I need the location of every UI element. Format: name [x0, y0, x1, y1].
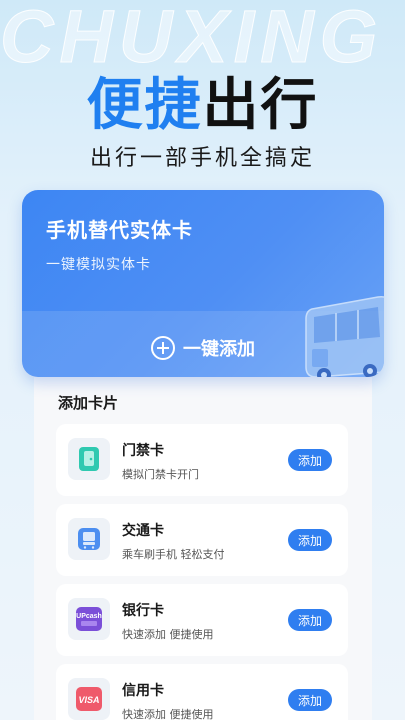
hero-title-dark: 出行	[202, 73, 319, 138]
bus-illustration-icon	[305, 295, 384, 377]
card-item-desc: 快速添加 便捷使用	[122, 628, 214, 641]
unionpay-card-icon: UPcash	[68, 598, 110, 640]
hero-title-blue: 便捷	[86, 73, 203, 138]
card-item-name: 银行卡	[122, 603, 164, 619]
section-title: 添加卡片	[58, 394, 119, 412]
card-item-desc: 乘车刷手机 轻松支付	[122, 548, 225, 561]
add-bank-card-button[interactable]: 添加	[288, 609, 332, 631]
one-key-add-label: 一键添加	[183, 339, 255, 360]
feature-card-title: 手机替代实体卡	[46, 218, 193, 242]
card-item-desc: 快速添加 便捷使用	[122, 708, 214, 720]
door-card-icon	[68, 438, 110, 480]
card-item-name: 信用卡	[122, 683, 164, 699]
hero-title: 便捷出行	[0, 60, 405, 141]
card-item-desc: 模拟门禁卡开门	[122, 468, 199, 481]
plus-circle-icon	[151, 336, 175, 360]
card-item-credit: VISA 信用卡 快速添加 便捷使用 添加	[56, 664, 348, 720]
feature-card: 手机替代实体卡 一键模拟实体卡 一键添加	[22, 190, 384, 377]
feature-card-subtitle: 一键模拟实体卡	[46, 257, 151, 273]
add-transit-card-button[interactable]: 添加	[288, 529, 332, 551]
card-item-name: 门禁卡	[122, 443, 164, 459]
visa-card-icon: VISA	[68, 678, 110, 720]
card-item-transit: 交通卡 乘车刷手机 轻松支付 添加	[56, 504, 348, 576]
hero-subtitle: 出行一部手机全搞定	[89, 146, 315, 171]
card-item-access: 门禁卡 模拟门禁卡开门 添加	[56, 424, 348, 496]
card-item-bank: UPcash 银行卡 快速添加 便捷使用 添加	[56, 584, 348, 656]
bus-icon	[68, 518, 110, 560]
card-item-name: 交通卡	[122, 523, 164, 539]
add-access-card-button[interactable]: 添加	[288, 449, 332, 471]
add-credit-card-button[interactable]: 添加	[288, 689, 332, 711]
visa-logo-text: VISA	[78, 695, 99, 705]
unionpay-logo-text: UPcash	[76, 613, 102, 620]
